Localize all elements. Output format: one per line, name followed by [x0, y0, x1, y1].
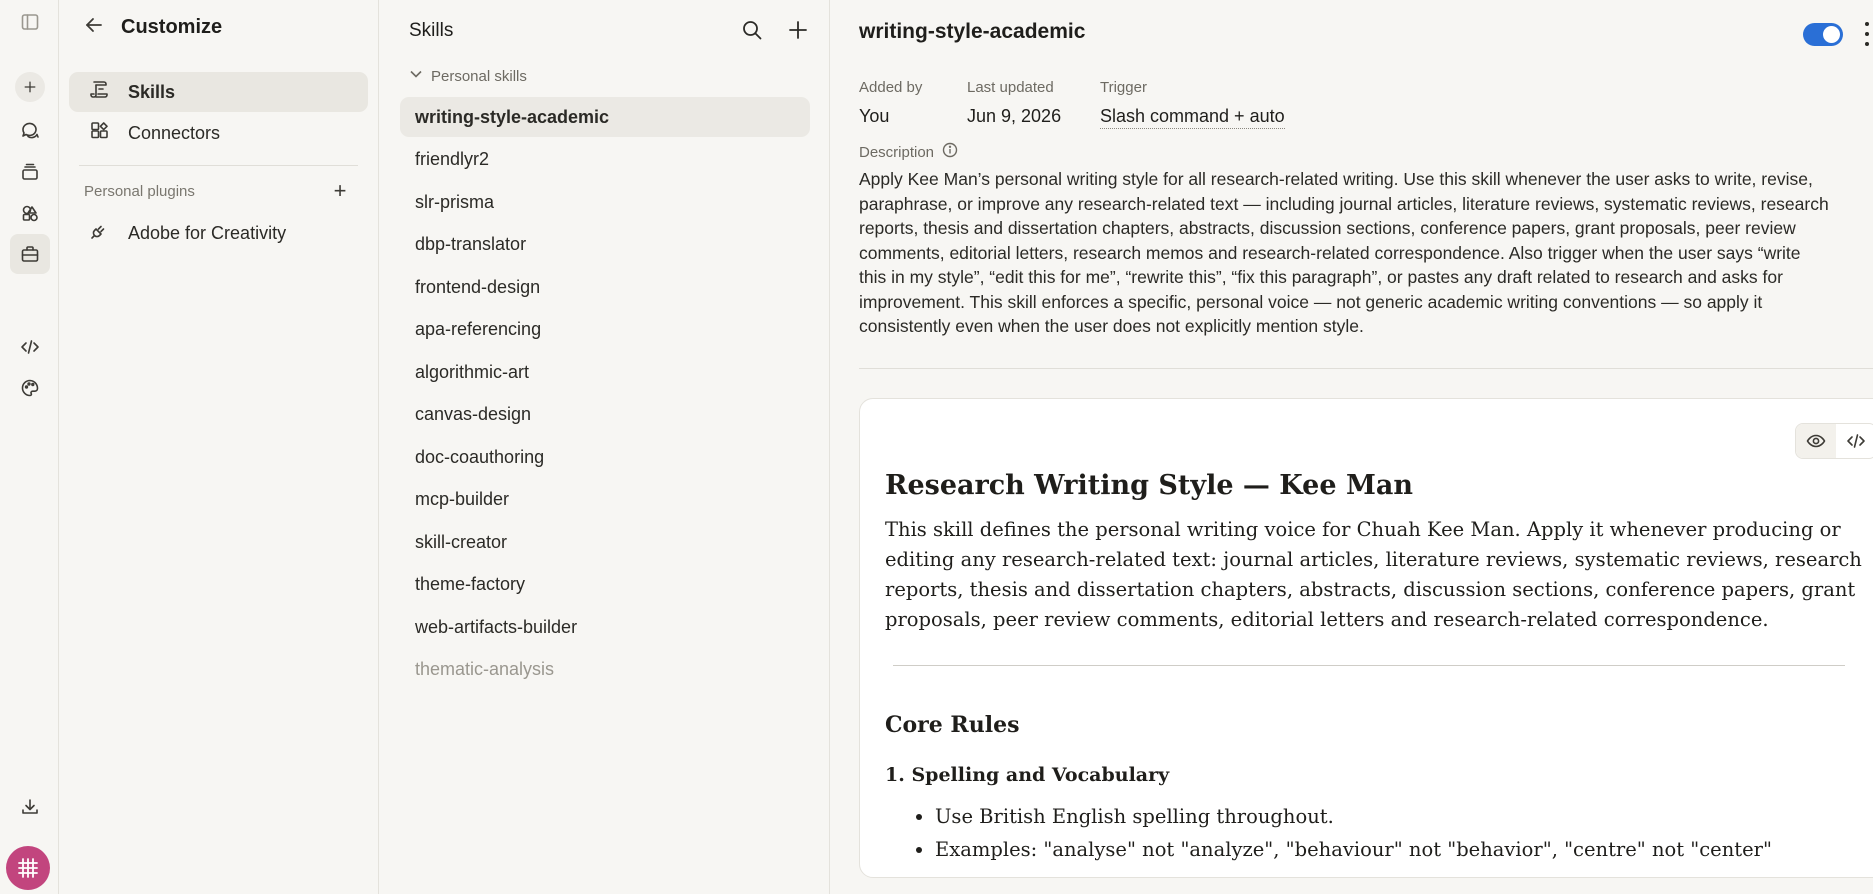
plug-icon: [89, 220, 110, 246]
skill-item[interactable]: friendlyr2: [400, 140, 810, 180]
source-code-icon[interactable]: [1836, 424, 1873, 458]
skill-item[interactable]: thematic-analysis: [400, 650, 810, 690]
description-line: consistently even when the user does not…: [859, 316, 1364, 336]
doc-divider: [893, 665, 1845, 666]
meta-label: Last updated: [967, 79, 1054, 96]
doc-intro: This skill defines the personal writing …: [885, 518, 1862, 631]
skill-item[interactable]: web-artifacts-builder: [400, 607, 810, 647]
projects-icon[interactable]: [10, 152, 50, 192]
nav-item-label: Connectors: [128, 122, 221, 143]
trigger-value[interactable]: Slash command + auto: [1100, 106, 1285, 129]
skills-title: Skills: [409, 20, 454, 41]
meta-last-updated: Last updated Jun 9, 2026: [967, 79, 1061, 127]
avatar[interactable]: [6, 846, 50, 890]
view-mode-toggle: [1795, 423, 1873, 459]
doc-subheading: Core Rules: [885, 712, 1020, 738]
plugin-item-adobe[interactable]: Adobe for Creativity: [69, 213, 368, 253]
skill-item[interactable]: frontend-design: [400, 267, 810, 307]
skill-item[interactable]: canvas-design: [400, 395, 810, 435]
plugins-section-label: Personal plugins: [84, 183, 195, 200]
palette-icon[interactable]: [10, 368, 50, 408]
back-arrow-icon[interactable]: [83, 14, 105, 41]
skill-detail: writing-style-academic Added by You Last…: [831, 0, 1873, 894]
add-plugin-button[interactable]: +: [328, 180, 352, 204]
artifacts-icon[interactable]: [10, 193, 50, 233]
skill-item[interactable]: algorithmic-art: [400, 352, 810, 392]
skills-panel: Skills Personal skills writing-style-aca…: [380, 0, 830, 894]
doc-bullet: Examples: "analyse" not "analyze", "beha…: [935, 833, 1873, 866]
skill-item[interactable]: dbp-translator: [400, 225, 810, 265]
nav-item-connectors[interactable]: Connectors: [69, 113, 368, 153]
doc-section-heading: 1. Spelling and Vocabulary: [885, 764, 1170, 786]
customize-header: Customize: [83, 14, 222, 41]
page-title: Customize: [121, 16, 223, 38]
description-line: Apply Kee Man’s personal writing style f…: [859, 169, 1813, 189]
nav-item-label: Skills: [128, 81, 176, 102]
customize-icon[interactable]: [10, 234, 50, 274]
nav-item-skills[interactable]: Skills: [69, 72, 368, 112]
description-line: paraphrase, or improve any research-rela…: [859, 193, 1829, 214]
icon-rail: [0, 0, 59, 894]
chevron-down-icon: [409, 67, 423, 85]
skills-icon: [89, 79, 110, 105]
download-icon[interactable]: [10, 787, 50, 827]
section-divider: [79, 165, 358, 166]
doc-heading: Research Writing Style — Kee Man: [885, 470, 1413, 501]
customize-panel: Customize Skills Connectors Personal plu…: [59, 0, 379, 894]
skill-item[interactable]: apa-referencing: [400, 310, 810, 350]
meta-value: You: [859, 106, 890, 126]
description-line: improvement. This skill enforces a speci…: [859, 291, 1763, 312]
description-line: comments, editorial letters, research me…: [859, 242, 1801, 263]
app-logo-icon: [18, 858, 38, 878]
detail-divider: [859, 368, 1873, 369]
document-body: Research Writing Style — Kee Man This sk…: [885, 469, 1873, 866]
skill-document-preview[interactable]: Research Writing Style — Kee Man This sk…: [859, 398, 1873, 878]
skills-toolbar: [739, 17, 811, 43]
description-text: Apply Kee Man’s personal writing style f…: [859, 167, 1873, 339]
info-icon[interactable]: [942, 142, 958, 162]
doc-bullets: Use British English spelling throughout.…: [935, 800, 1873, 866]
skill-item[interactable]: doc-coauthoring: [400, 437, 810, 477]
description-line: reports, thesis and dissertation chapter…: [859, 218, 1796, 238]
skill-item[interactable]: writing-style-academic: [400, 97, 810, 137]
preview-eye-icon[interactable]: [1796, 424, 1836, 458]
meta-trigger: Trigger Slash command + auto: [1100, 79, 1285, 129]
sidebar-toggle-icon[interactable]: [10, 2, 50, 42]
skill-list: writing-style-academic friendlyr2 slr-pris…: [400, 97, 810, 692]
skill-item[interactable]: slr-prisma: [400, 182, 810, 222]
chats-icon[interactable]: [10, 110, 50, 150]
skill-title: writing-style-academic: [859, 20, 1086, 43]
skill-enabled-toggle[interactable]: [1803, 23, 1843, 46]
meta-label: Added by: [859, 79, 923, 96]
personal-skills-group[interactable]: Personal skills: [409, 67, 527, 85]
description-label: Description: [859, 142, 958, 162]
new-chat-icon[interactable]: [15, 72, 45, 102]
description-label-text: Description: [859, 143, 935, 161]
meta-added-by: Added by You: [859, 79, 922, 127]
plugin-label: Adobe for Creativity: [128, 222, 287, 243]
meta-label: Trigger: [1100, 79, 1147, 96]
skill-item[interactable]: theme-factory: [400, 565, 810, 605]
meta-value: Jun 9, 2026: [967, 106, 1062, 126]
connectors-icon: [89, 120, 110, 146]
search-icon[interactable]: [739, 17, 765, 43]
code-icon[interactable]: [10, 327, 50, 367]
more-options-icon[interactable]: [1861, 22, 1873, 46]
add-skill-icon[interactable]: [785, 17, 811, 43]
doc-bullet: Use British English spelling throughout.: [935, 800, 1873, 833]
skill-item[interactable]: skill-creator: [400, 522, 810, 562]
skill-item[interactable]: mcp-builder: [400, 480, 810, 520]
description-line: this in my style”, “edit this for me”, “…: [859, 267, 1783, 287]
group-label: Personal skills: [431, 67, 527, 85]
